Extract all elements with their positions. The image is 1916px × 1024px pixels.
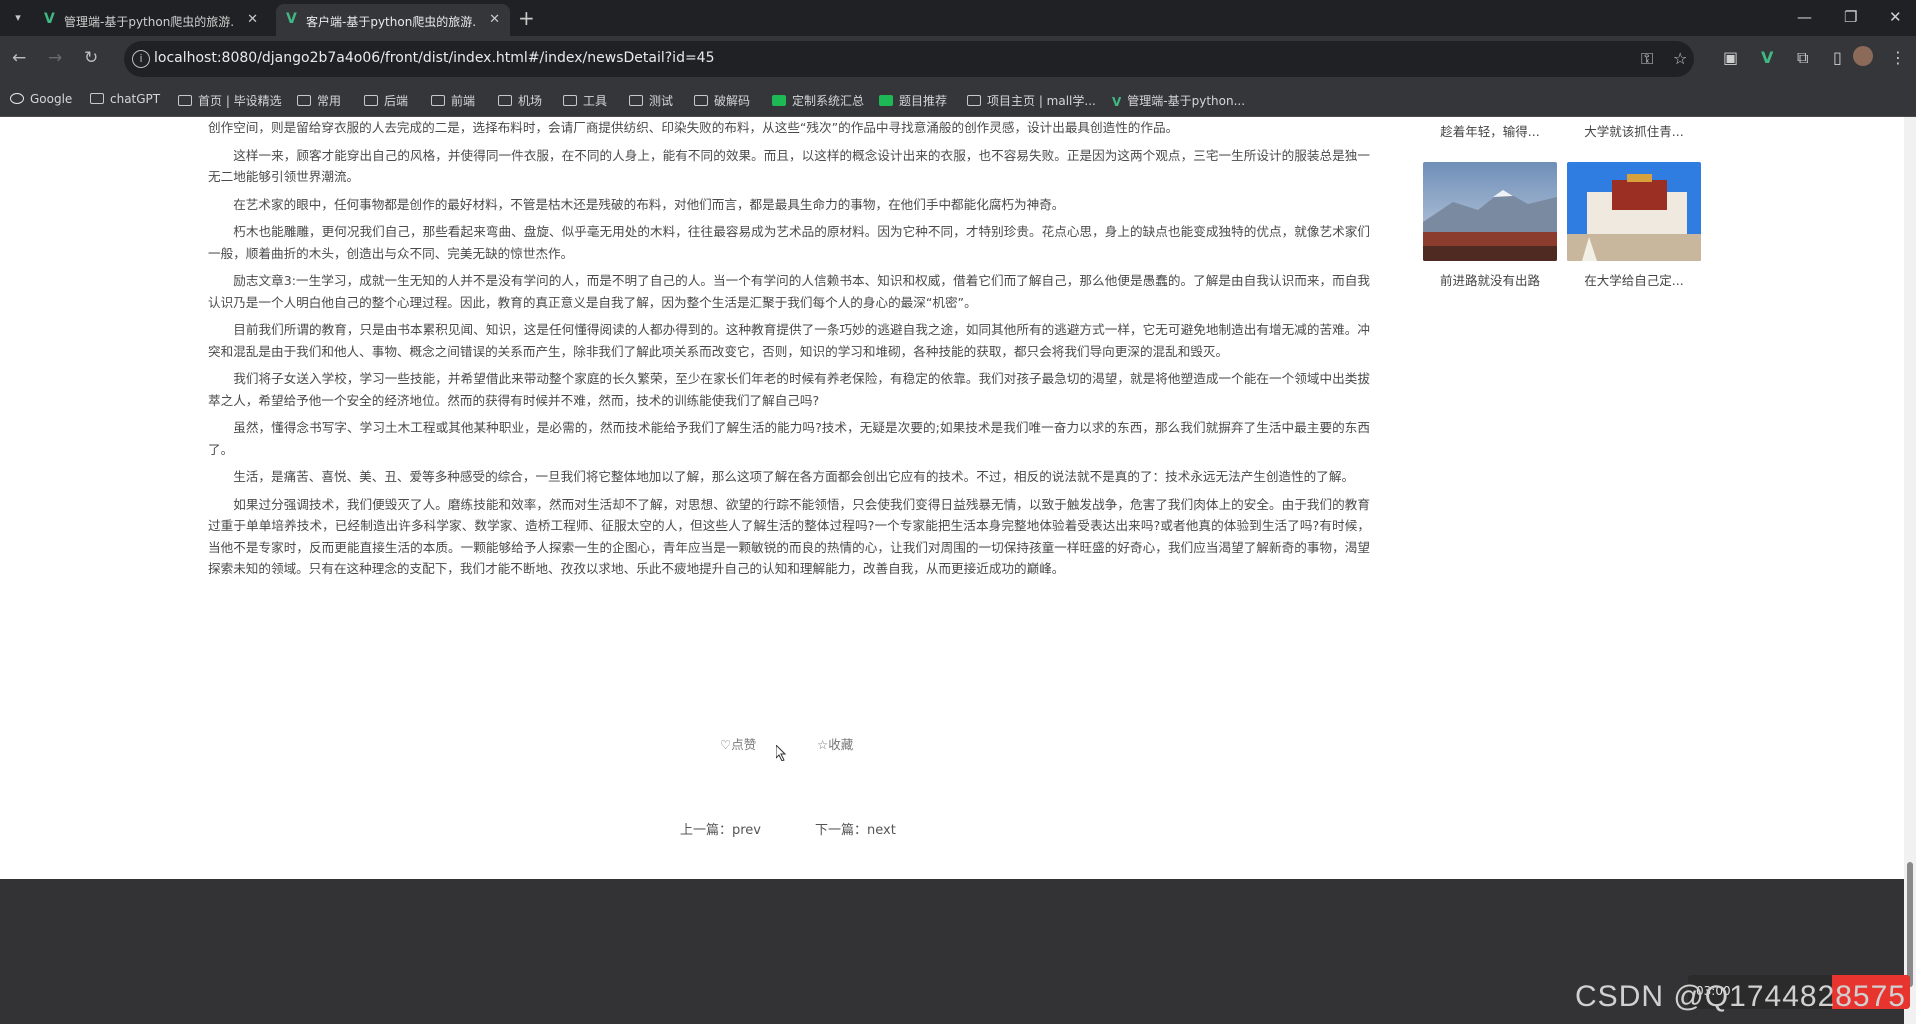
bookmarks-bar: Google chatGPT 首页 | 毕设精选 常用 后端 前端 机场 工具 …	[0, 84, 1916, 117]
url-text[interactable]: localhost:8080/django2b7a4o06/front/dist…	[154, 50, 715, 66]
article-paragraph: 目前我们所谓的教育，只是由书本累积见闻、知识，这是任何懂得阅读的人都办得到的。这…	[208, 322, 1370, 359]
recommend-item[interactable]: 大学就该抓住青...	[1567, 117, 1701, 140]
bookmark-folder[interactable]: 测试	[629, 92, 673, 109]
google-icon	[10, 93, 24, 104]
new-tab-icon[interactable]: +	[518, 6, 535, 30]
article-paragraph: 创作空间，则是留给穿衣服的人去完成的二是，选择布料时，会请厂商提供纺织、印染失败…	[208, 120, 1179, 135]
tab-bar: ▾ V 管理端-基于python爬虫的旅游... ✕ V 客户端-基于pytho…	[0, 0, 1916, 36]
mouse-cursor-icon	[776, 745, 786, 761]
bookmark-folder[interactable]: 机场	[498, 92, 542, 109]
password-key-icon[interactable]: ⚿	[1641, 49, 1653, 69]
mountain-landscape-image	[1423, 162, 1557, 261]
folder-icon	[563, 95, 577, 106]
bookmark-icon	[178, 95, 192, 106]
article-paragraph: 生活，是痛苦、喜悦、美、丑、爱等多种感受的综合，一旦我们将它整体地加以了解，那么…	[233, 469, 1355, 484]
forward-icon[interactable]: →	[48, 48, 62, 68]
recommend-thumbnail[interactable]	[1567, 162, 1701, 261]
tab-admin[interactable]: V 管理端-基于python爬虫的旅游... ✕	[34, 4, 268, 36]
folder-icon	[297, 95, 311, 106]
tab-search-dropdown-icon[interactable]: ▾	[8, 8, 28, 28]
page-icon	[967, 95, 981, 106]
bookmark-star-icon[interactable]: ☆	[1673, 49, 1687, 68]
close-tab-icon[interactable]: ✕	[247, 12, 258, 27]
article-paragraph: 我们将子女送入学校，学习一些技能，并希望借此来带动整个家庭的长久繁荣，至少在家长…	[208, 371, 1370, 408]
vue-icon: V	[1112, 95, 1122, 109]
article-paragraph: 励志文章3:一生学习，成就一生无知的人并不是没有学问的人，而是不明了自己的人。当…	[208, 273, 1370, 310]
recommend-item[interactable]: 趁着年轻，输得...	[1423, 117, 1557, 140]
tab-client[interactable]: V 客户端-基于python爬虫的旅游... ✕	[276, 4, 510, 36]
folder-icon	[498, 95, 512, 106]
close-tab-icon[interactable]: ✕	[489, 12, 500, 27]
scrollbar-thumb[interactable]	[1907, 862, 1913, 987]
star-icon: ☆	[817, 737, 829, 752]
article-paragraph: 这样一来，顾客才能穿出自己的风格，并使得同一件衣服，在不同的人身上，能有不同的效…	[208, 147, 1370, 185]
tab-title: 客户端-基于python爬虫的旅游...	[306, 15, 476, 29]
vue-favicon-icon: V	[44, 11, 55, 27]
sidebar-icon[interactable]: ▯	[1833, 48, 1842, 67]
article-paragraph: 朽木也能雕雕，更何况我们自己，那些看起来弯曲、盘旋、似乎毫无用处的木料，往往最容…	[208, 224, 1370, 261]
folder-icon	[694, 95, 708, 106]
bookmark-folder[interactable]: 破解码	[694, 92, 750, 109]
extension-icon[interactable]: ▣	[1723, 48, 1738, 67]
bookmark-vue[interactable]: V 管理端-基于python...	[1112, 92, 1245, 109]
vue-favicon-icon: V	[286, 11, 297, 27]
bookmark-google[interactable]: Google	[10, 92, 72, 106]
folder-icon	[364, 95, 378, 106]
page-content: 创作空间，则是留给穿衣服的人去完成的二是，选择布料时，会请厂商提供纺织、印染失败…	[0, 117, 1916, 879]
thumb-up-icon: ♡	[720, 737, 732, 752]
recommend-item[interactable]: 前进路就没有出路	[1423, 162, 1557, 289]
recommend-item[interactable]: 在大学给自己定...	[1567, 162, 1701, 289]
bookmark-chatgpt[interactable]: chatGPT	[90, 92, 160, 106]
bookmark-folder[interactable]: 常用	[297, 92, 341, 109]
csdn-watermark: CSDN @Q1744828575	[1575, 980, 1906, 1013]
next-link[interactable]: 下一篇：next	[815, 819, 896, 838]
bookmark-folder[interactable]: 工具	[563, 92, 607, 109]
menu-kebab-icon[interactable]: ⋮	[1890, 48, 1906, 67]
site-info-icon[interactable]: i	[132, 50, 150, 68]
bookmark-sheet[interactable]: 题目推荐	[879, 92, 947, 109]
folder-icon	[629, 95, 643, 106]
recommend-thumbnail[interactable]	[1423, 162, 1557, 261]
palace-image	[1567, 162, 1701, 261]
article-paragraph: 如果过分强调技术，我们便毁灭了人。磨练技能和效率，然而对生活却不了解，对思想、欲…	[208, 496, 1370, 577]
close-window-icon[interactable]: ✕	[1889, 8, 1902, 26]
recommend-caption[interactable]: 在大学给自己定...	[1567, 270, 1701, 289]
prev-link[interactable]: 上一篇：prev	[680, 819, 761, 838]
article-paragraph: 在艺术家的眼中，任何事物都是创作的最好材料，不管是枯木还是残破的布料，对他们而言…	[233, 196, 1065, 212]
article-paragraph: 虽然，懂得念书写字、学习土木工程或其他某种职业，是必需的，然而技术能给予我们了解…	[208, 420, 1370, 457]
article-body: 创作空间，则是留给穿衣服的人去完成的二是，选择布料时，会请厂商提供纺织、印染失败…	[208, 117, 1370, 586]
bookmark-home[interactable]: 首页 | 毕设精选	[178, 92, 282, 109]
recommend-caption[interactable]: 前进路就没有出路	[1423, 270, 1557, 289]
avatar[interactable]	[1853, 46, 1873, 66]
browser-toolbar: ← → ↻ i localhost:8080/django2b7a4o06/fr…	[0, 36, 1916, 84]
bookmark-folder[interactable]: 后端	[364, 92, 408, 109]
extensions-puzzle-icon[interactable]: ⧉	[1797, 48, 1808, 68]
sheet-icon	[772, 95, 786, 106]
bookmark-sheet[interactable]: 定制系统汇总	[772, 92, 864, 109]
recommend-caption[interactable]: 大学就该抓住青...	[1567, 121, 1701, 140]
folder-icon	[431, 95, 445, 106]
reload-icon[interactable]: ↻	[84, 48, 98, 68]
sheet-icon	[879, 95, 893, 106]
tab-title: 管理端-基于python爬虫的旅游...	[64, 15, 234, 29]
bookmark-page[interactable]: 项目主页 | mall学...	[967, 92, 1096, 109]
restore-icon[interactable]: ❐	[1844, 8, 1857, 26]
back-icon[interactable]: ←	[12, 48, 26, 68]
recommend-caption[interactable]: 趁着年轻，输得...	[1423, 121, 1557, 140]
collect-button[interactable]: ☆收藏	[817, 734, 853, 753]
like-button[interactable]: ♡点赞	[720, 734, 756, 753]
vue-devtools-icon[interactable]: V	[1761, 48, 1773, 67]
minimize-icon[interactable]: —	[1797, 8, 1812, 26]
address-bar[interactable]: i localhost:8080/django2b7a4o06/front/di…	[124, 41, 1694, 77]
bookmark-icon	[90, 93, 104, 104]
bookmark-folder[interactable]: 前端	[431, 92, 475, 109]
scrollbar[interactable]	[1904, 117, 1916, 1024]
